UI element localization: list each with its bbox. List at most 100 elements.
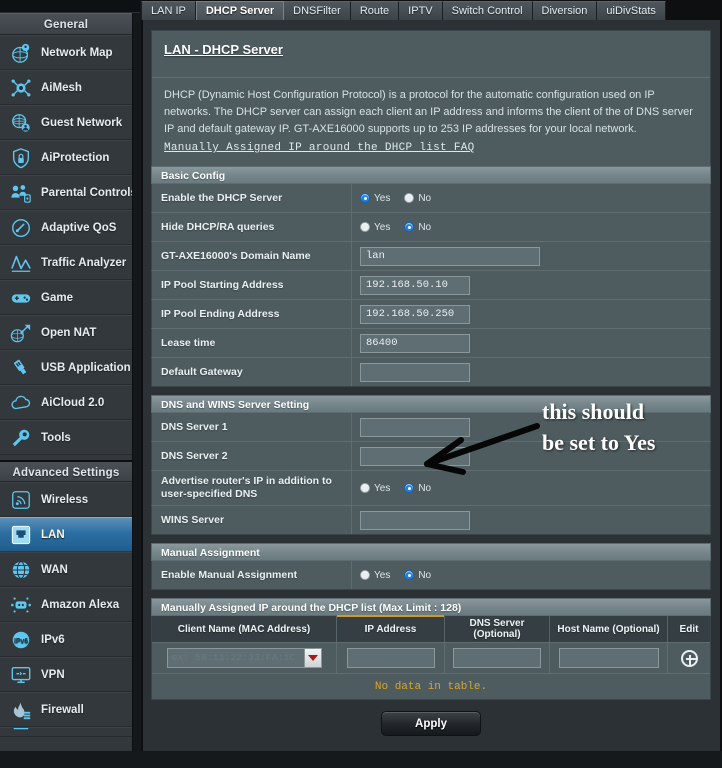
plus-circle-icon[interactable] xyxy=(680,649,698,667)
section-dns-wins: DNS and WINS Server Setting DNS Server 1… xyxy=(151,395,711,535)
apply-button[interactable]: Apply xyxy=(381,711,481,736)
alexa-icon xyxy=(8,592,34,618)
column-header-host-name[interactable]: Host Name (Optional) xyxy=(550,616,668,642)
main-content: LAN - DHCP Server DHCP (Dynamic Host Con… xyxy=(141,20,722,751)
section-manual-assignment: Manual Assignment Enable Manual Assignme… xyxy=(151,543,711,590)
row-domain-name: GT-AXE16000's Domain Name lan xyxy=(151,242,711,271)
cloud-icon xyxy=(8,390,34,416)
radio-hide-queries-no[interactable]: No xyxy=(404,222,431,233)
aimesh-icon xyxy=(8,75,34,101)
row-label: DNS Server 1 xyxy=(152,413,352,441)
radio-group-hide-queries: Yes No xyxy=(360,222,431,233)
sidebar-item-network-map[interactable]: Network Map xyxy=(0,35,132,70)
radio-hide-queries-yes[interactable]: Yes xyxy=(360,222,390,233)
tab-iptv[interactable]: IPTV xyxy=(399,1,443,20)
host-name-input[interactable] xyxy=(558,648,659,668)
tab-switch-control[interactable]: Switch Control xyxy=(442,1,533,20)
row-label: IP Pool Starting Address xyxy=(152,271,352,299)
router-admin-screen: General Network Map AiMesh Guest Network… xyxy=(0,0,722,768)
column-header-dns-server[interactable]: DNS Server (Optional) xyxy=(445,616,550,642)
radio-group-manual-assignment: Yes No xyxy=(360,570,431,581)
row-label: Hide DHCP/RA queries xyxy=(152,213,352,241)
sidebar-item-adaptive-qos[interactable]: Adaptive QoS xyxy=(0,210,132,245)
row-label: Enable Manual Assignment xyxy=(152,561,352,589)
tab-dnsfilter[interactable]: DNSFilter xyxy=(284,1,351,20)
cell-dns-server xyxy=(445,643,550,673)
sidebar-item-ipv6[interactable]: IPv6 IPv6 xyxy=(0,622,132,657)
sidebar-item-traffic-analyzer[interactable]: Traffic Analyzer xyxy=(0,245,132,280)
column-header-ip-address[interactable]: IP Address xyxy=(337,615,445,642)
open-nat-icon xyxy=(8,320,34,346)
wireless-icon xyxy=(8,487,34,513)
tab-bar: LAN IP DHCP Server DNSFilter Route IPTV … xyxy=(141,0,722,20)
sidebar-item-amazon-alexa[interactable]: Amazon Alexa xyxy=(0,587,132,622)
sidebar-item-aiprotection[interactable]: AiProtection xyxy=(0,140,132,175)
sidebar-item-game[interactable]: Game xyxy=(0,280,132,315)
tab-uidivstats[interactable]: uiDivStats xyxy=(597,1,666,20)
page-header-panel: LAN - DHCP Server DHCP (Dynamic Host Con… xyxy=(151,30,711,167)
sidebar-nav: General Network Map AiMesh Guest Network… xyxy=(0,13,133,755)
row-label: GT-AXE16000's Domain Name xyxy=(152,242,352,270)
manual-ip-table: Client Name (MAC Address) IP Address DNS… xyxy=(151,615,711,700)
tab-route[interactable]: Route xyxy=(350,1,400,20)
row-ip-pool-start: IP Pool Starting Address 192.168.50.10 xyxy=(151,271,711,300)
section-manual-list: Manually Assigned IP around the DHCP lis… xyxy=(151,598,711,700)
dns-server-2-input[interactable] xyxy=(360,446,470,466)
lan-port-icon xyxy=(8,522,34,548)
sidebar-item-wan[interactable]: WAN xyxy=(0,552,132,587)
sidebar-item-aicloud[interactable]: AiCloud 2.0 xyxy=(0,385,132,420)
radio-dot xyxy=(360,570,370,580)
dns-server-1-input[interactable] xyxy=(360,417,470,437)
default-gateway-input[interactable] xyxy=(360,362,470,382)
tab-lan-ip[interactable]: LAN IP xyxy=(141,1,196,20)
vpn-monitor-icon xyxy=(8,662,34,688)
sidebar-item-usb-application[interactable]: USB Application xyxy=(0,350,132,385)
traffic-analyzer-icon xyxy=(8,250,34,276)
sidebar-item-parental-controls[interactable]: Parental Controls xyxy=(0,175,132,210)
ip-pool-end-input[interactable]: 192.168.50.250 xyxy=(360,304,470,324)
sidebar-item-label: Wireless xyxy=(41,493,89,506)
cell-ip-address xyxy=(337,643,445,673)
top-dark-strip xyxy=(0,0,140,13)
ip-address-input[interactable] xyxy=(346,648,435,668)
sidebar-item-wireless[interactable]: Wireless xyxy=(0,482,132,517)
sidebar-item-label: Game xyxy=(41,291,73,304)
sidebar-item-open-nat[interactable]: Open NAT xyxy=(0,315,132,350)
radio-manual-assignment-no[interactable]: No xyxy=(404,570,431,581)
radio-advertise-no[interactable]: No xyxy=(404,483,431,494)
table-empty-message: No data in table. xyxy=(152,673,710,699)
sidebar-item-label: AiProtection xyxy=(41,151,110,164)
sidebar-item-tools[interactable]: Tools xyxy=(0,420,132,455)
column-header-client-name[interactable]: Client Name (MAC Address) xyxy=(152,616,337,642)
sidebar-item-vpn[interactable]: VPN xyxy=(0,657,132,692)
lease-time-input[interactable]: 86400 xyxy=(360,333,470,353)
mac-dropdown-button[interactable] xyxy=(303,648,322,668)
sidebar-item-label: Open NAT xyxy=(41,326,97,339)
column-header-edit[interactable]: Edit xyxy=(668,616,710,642)
ip-pool-start-input[interactable]: 192.168.50.10 xyxy=(360,275,470,295)
radio-enable-dhcp-yes[interactable]: Yes xyxy=(360,193,390,204)
cell-client-name: ex: 58:11:22:33:FA:1C xyxy=(152,643,337,673)
radio-label: Yes xyxy=(374,192,391,204)
faq-link[interactable]: Manually Assigned IP around the DHCP lis… xyxy=(164,140,698,157)
sidebar-item-guest-network[interactable]: Guest Network xyxy=(0,105,132,140)
table-header-row: Client Name (MAC Address) IP Address DNS… xyxy=(152,615,710,642)
wins-server-input[interactable] xyxy=(360,510,470,530)
radio-manual-assignment-yes[interactable]: Yes xyxy=(360,570,390,581)
apply-row: Apply xyxy=(151,711,711,736)
mac-address-input[interactable]: ex: 58:11:22:33:FA:1C xyxy=(166,648,304,668)
sidebar-item-lan[interactable]: LAN xyxy=(0,517,132,552)
domain-name-input[interactable]: lan xyxy=(360,246,540,266)
radio-advertise-yes[interactable]: Yes xyxy=(360,483,390,494)
dns-server-input[interactable] xyxy=(453,648,541,668)
gamepad-icon xyxy=(8,285,34,311)
row-value: Yes No xyxy=(352,213,710,241)
radio-enable-dhcp-no[interactable]: No xyxy=(404,193,431,204)
sidebar-group-advanced: Advanced Settings xyxy=(0,460,132,482)
sidebar-item-aimesh[interactable]: AiMesh xyxy=(0,70,132,105)
mac-address-combo[interactable]: ex: 58:11:22:33:FA:1C xyxy=(166,648,322,668)
sidebar-item-firewall[interactable]: Firewall xyxy=(0,692,132,727)
tab-diversion[interactable]: Diversion xyxy=(532,1,598,20)
sidebar-item-next-partial[interactable] xyxy=(0,727,132,737)
tab-dhcp-server[interactable]: DHCP Server xyxy=(195,1,285,20)
